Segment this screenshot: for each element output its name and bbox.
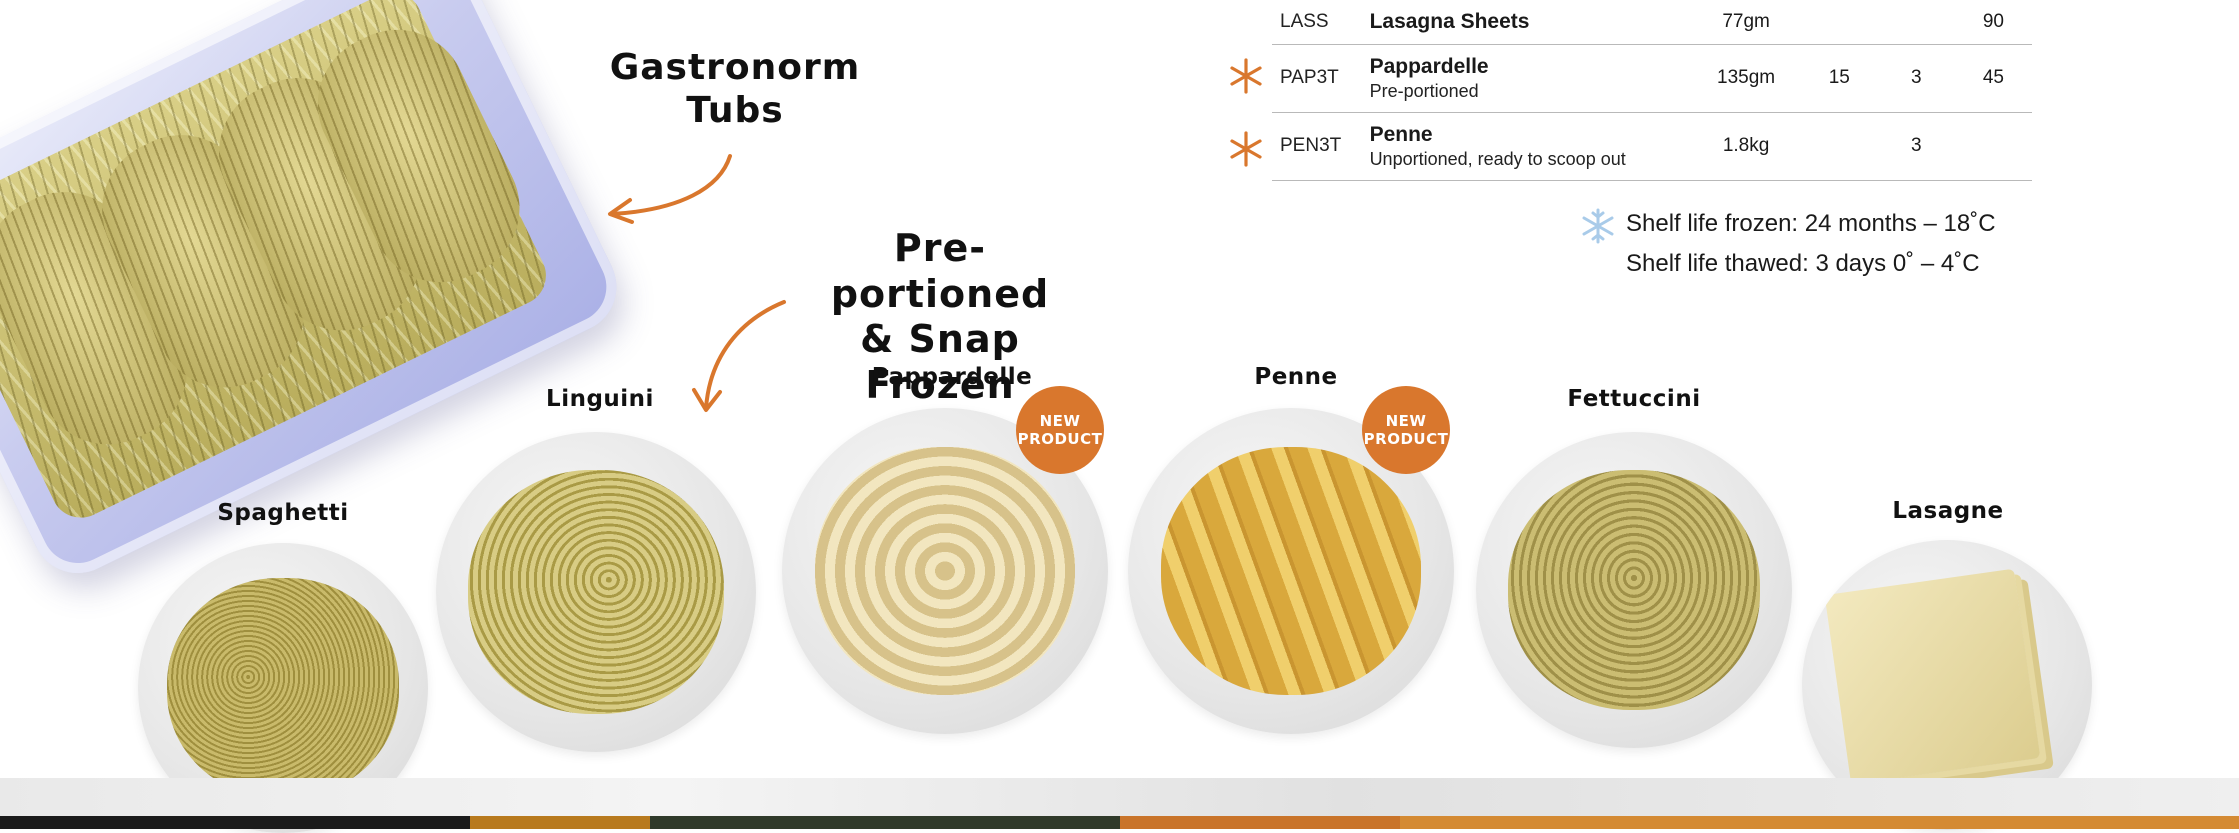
pasta-label-linguini: Linguini [546,386,654,412]
new-product-badge: NEW PRODUCT [1362,386,1450,474]
gastronorm-tubs-callout: Gastronorm Tubs [600,46,870,132]
marble-surface [0,778,2239,818]
callout-line: Pre-portioned [830,226,1050,316]
product-name: Lasagna Sheets [1369,9,1530,33]
arrow-to-linguini-icon [692,300,786,412]
product-value-a: 15 [1800,44,1878,113]
pasta-label-lasagne: Lasagne [1892,498,2004,524]
asterisk-icon [1230,131,1262,167]
shelf-life-thawed: Shelf life thawed: 3 days 0˚ – 4˚C [1626,250,1980,277]
asterisk-icon [1230,58,1262,94]
bottom-photo-strip [0,816,2239,829]
product-value-b: 3 [1877,44,1955,113]
pasta-label-spaghetti: Spaghetti [217,500,349,526]
product-code: PEN3T [1272,112,1370,181]
product-value-b: 3 [1877,112,1955,181]
product-weight: 1.8kg [1691,112,1801,181]
product-weight: 135gm [1691,44,1801,113]
callout-line: Gastronorm [609,47,861,88]
product-description: Pre-portioned [1369,80,1479,101]
table-row: PEN3T Penne Unportioned, ready to scoop … [1272,112,2032,181]
product-value-b [1877,0,1955,45]
snowflake-icon [1582,208,1614,244]
product-name: Penne [1369,122,1433,146]
arrow-to-tub-icon [608,154,732,224]
product-value-c [1954,112,2032,181]
linguini-image [436,432,756,752]
shelf-life-info: Shelf life frozen: 24 months – 18˚C Shel… [1626,204,1996,284]
fettuccini-image [1476,432,1792,748]
badge-line: PRODUCT [1363,430,1449,448]
badge-line: NEW [1039,412,1081,430]
product-value-c: 45 [1954,44,2032,113]
product-code: LASS [1272,0,1370,45]
pasta-label-fettuccini: Fettuccini [1567,386,1701,412]
product-weight: 77gm [1691,0,1801,45]
badge-line: PRODUCT [1017,430,1103,448]
table-row: LASS Lasagna Sheets 77gm 90 [1272,0,2032,45]
table-row: PAP3T Pappardelle Pre-portioned 135gm 15… [1272,44,2032,113]
product-value-a [1800,112,1878,181]
shelf-life-frozen: Shelf life frozen: 24 months – 18˚C [1626,210,1996,237]
product-value-c: 90 [1954,0,2032,45]
product-value-a [1800,0,1878,45]
pasta-label-penne: Penne [1254,364,1338,390]
badge-line: NEW [1385,412,1427,430]
pasta-label-pappardelle: Pappardelle [871,364,1033,390]
product-spec-table: LASS Lasagna Sheets 77gm 90 PAP3T Pappar… [1272,0,2032,181]
product-description: Unportioned, ready to scoop out [1369,148,1626,169]
product-code: PAP3T [1272,44,1370,113]
new-product-badge: NEW PRODUCT [1016,386,1104,474]
product-name: Pappardelle [1369,54,1489,78]
callout-line: Tubs [686,90,784,132]
